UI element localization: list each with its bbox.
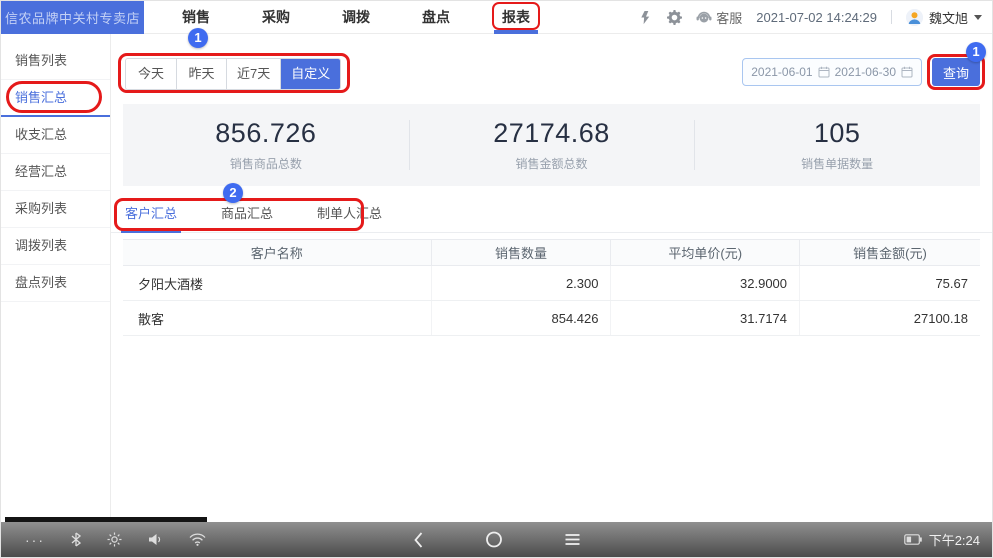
stat-total-goods: 856.726 销售商品总数 xyxy=(123,104,409,186)
android-nav-bar: ··· 下午2:24 xyxy=(1,522,992,557)
annotation-badge-1-query: 1 xyxy=(966,42,986,62)
avg-price: 31.7174 xyxy=(611,301,801,335)
calendar-icon xyxy=(901,66,913,78)
active-tab-underline xyxy=(494,29,538,34)
system-datetime: 2021-07-02 14:24:29 xyxy=(756,9,877,25)
divider xyxy=(890,10,892,24)
col-avg-price: 平均单价(元) xyxy=(611,240,801,265)
sales-qty: 854.426 xyxy=(432,301,612,335)
customer-name: 夕阳大酒楼 xyxy=(123,266,432,300)
customer-service-button[interactable]: 客服 xyxy=(696,8,742,27)
more-icon[interactable]: ··· xyxy=(25,532,45,548)
avatar xyxy=(905,8,923,26)
tab-creator-summary[interactable]: 制单人汇总 xyxy=(317,197,382,233)
avg-price: 32.9000 xyxy=(611,266,801,300)
brightness-icon[interactable] xyxy=(107,532,122,547)
sidebar-item-purchase-list[interactable]: 采购列表 xyxy=(1,191,110,228)
query-button[interactable]: 查询 xyxy=(932,58,980,86)
filter-custom-button[interactable]: 自定义 xyxy=(280,59,341,89)
stat-value: 27174.68 xyxy=(493,118,610,148)
stat-label: 销售金额总数 xyxy=(515,157,588,171)
summary-stats-panel: 856.726 销售商品总数 27174.68 销售金额总数 105 销售单据数… xyxy=(123,104,980,186)
col-sales-amount: 销售金额(元) xyxy=(853,246,927,261)
calendar-icon xyxy=(818,66,830,78)
stat-total-orders: 105 销售单据数量 xyxy=(694,104,980,186)
filter-row: 今天 昨天 近7天 自定义 1 2021-06-01 2021-06-30 查询… xyxy=(111,28,992,96)
chevron-down-icon xyxy=(974,14,982,20)
stat-value: 856.726 xyxy=(215,118,317,148)
sidebar-item-income-expense-summary[interactable]: 收支汇总 xyxy=(1,117,110,154)
sidebar-item-sales-list[interactable]: 销售列表 xyxy=(1,43,110,80)
stat-label: 销售商品总数 xyxy=(229,157,302,171)
filter-yesterday-button[interactable]: 昨天 xyxy=(176,59,226,89)
nav-item-purchase[interactable]: 采购 xyxy=(262,1,290,34)
recent-apps-icon[interactable] xyxy=(564,533,580,546)
nav-item-reports[interactable]: 报表 xyxy=(492,1,540,34)
date-start-value: 2021-06-01 xyxy=(751,65,813,79)
customer-name: 散客 xyxy=(123,301,432,335)
annotation-badge-1-filters: 1 xyxy=(188,28,208,48)
sales-amount: 75.67 xyxy=(935,275,968,291)
stat-total-amount: 27174.68 销售金额总数 xyxy=(408,104,695,186)
date-range-picker[interactable]: 2021-06-01 2021-06-30 xyxy=(742,58,922,86)
store-name-badge: 信农品牌中关村专卖店 xyxy=(1,1,144,34)
top-bar-right: 客服 2021-07-02 14:24:29 魏文旭 xyxy=(638,8,992,27)
stat-label: 销售单据数量 xyxy=(801,157,874,171)
user-name: 魏文旭 xyxy=(928,10,968,26)
nav-bar-quick-icons: ··· xyxy=(1,532,206,548)
home-icon[interactable] xyxy=(485,531,502,548)
sidebar-item-transfer-list[interactable]: 调拨列表 xyxy=(1,228,110,265)
nav-item-transfer[interactable]: 调拨 xyxy=(342,1,370,34)
sales-amount: 27100.18 xyxy=(913,310,968,326)
top-bar: 信农品牌中关村专卖店 销售 采购 调拨 盘点 报表 客服 2021-07-02 … xyxy=(1,1,992,34)
customer-summary-table: 客户名称 销售数量 平均单价(元) 销售金额(元) 夕阳大酒楼 2.300 32… xyxy=(123,239,980,336)
back-icon[interactable] xyxy=(413,531,423,548)
main-content: 今天 昨天 近7天 自定义 1 2021-06-01 2021-06-30 查询… xyxy=(111,28,992,522)
table-row[interactable]: 夕阳大酒楼 2.300 32.9000 75.67 xyxy=(123,266,980,301)
main-nav: 销售 采购 调拨 盘点 报表 xyxy=(182,1,540,34)
sidebar-item-operation-summary[interactable]: 经营汇总 xyxy=(1,154,110,191)
col-sales-qty: 销售数量 xyxy=(432,240,612,265)
sync-icon[interactable] xyxy=(638,10,653,25)
table-header: 客户名称 销售数量 平均单价(元) 销售金额(元) xyxy=(123,239,980,266)
table-row[interactable]: 散客 854.426 31.7174 27100.18 xyxy=(123,301,980,336)
clock-time: 下午2:24 xyxy=(928,533,980,548)
filter-today-button[interactable]: 今天 xyxy=(126,59,176,89)
sidebar-item-inventory-list[interactable]: 盘点列表 xyxy=(1,265,110,302)
tab-customer-summary[interactable]: 客户汇总 xyxy=(120,197,182,233)
date-end-value: 2021-06-30 xyxy=(834,65,896,79)
sidebar-item-sales-summary[interactable]: 销售汇总 xyxy=(1,80,110,117)
stat-value: 105 xyxy=(813,118,861,148)
headset-icon xyxy=(696,10,712,24)
nav-item-inventory[interactable]: 盘点 xyxy=(422,1,450,34)
nav-bar-system-buttons xyxy=(413,531,580,548)
date-quick-filter-group: 今天 昨天 近7天 自定义 xyxy=(125,58,342,90)
filter-last7days-button[interactable]: 近7天 xyxy=(226,59,281,89)
gear-icon[interactable] xyxy=(667,9,683,25)
app-window: 信农品牌中关村专卖店 销售 采购 调拨 盘点 报表 客服 2021-07-02 … xyxy=(0,0,993,558)
sidebar: 销售列表 销售汇总 收支汇总 经营汇总 采购列表 调拨列表 盘点列表 xyxy=(1,34,111,522)
filter-right: 2021-06-01 2021-06-30 查询 1 xyxy=(742,42,986,90)
battery-icon xyxy=(903,534,922,545)
col-customer-name: 客户名称 xyxy=(123,240,432,265)
bluetooth-icon[interactable] xyxy=(71,532,81,547)
volume-icon[interactable] xyxy=(148,533,163,546)
user-menu[interactable]: 魏文旭 xyxy=(905,8,982,27)
sales-qty: 2.300 xyxy=(432,266,612,300)
customer-service-label: 客服 xyxy=(716,10,743,26)
wifi-icon[interactable] xyxy=(189,533,206,546)
summary-tabs: 客户汇总 商品汇总 制单人汇总 2 xyxy=(111,183,992,233)
nav-bar-status: 下午2:24 xyxy=(903,530,992,549)
query-button-wrap: 查询 1 xyxy=(927,42,986,90)
annotation-badge-2-tabs: 2 xyxy=(223,183,243,203)
